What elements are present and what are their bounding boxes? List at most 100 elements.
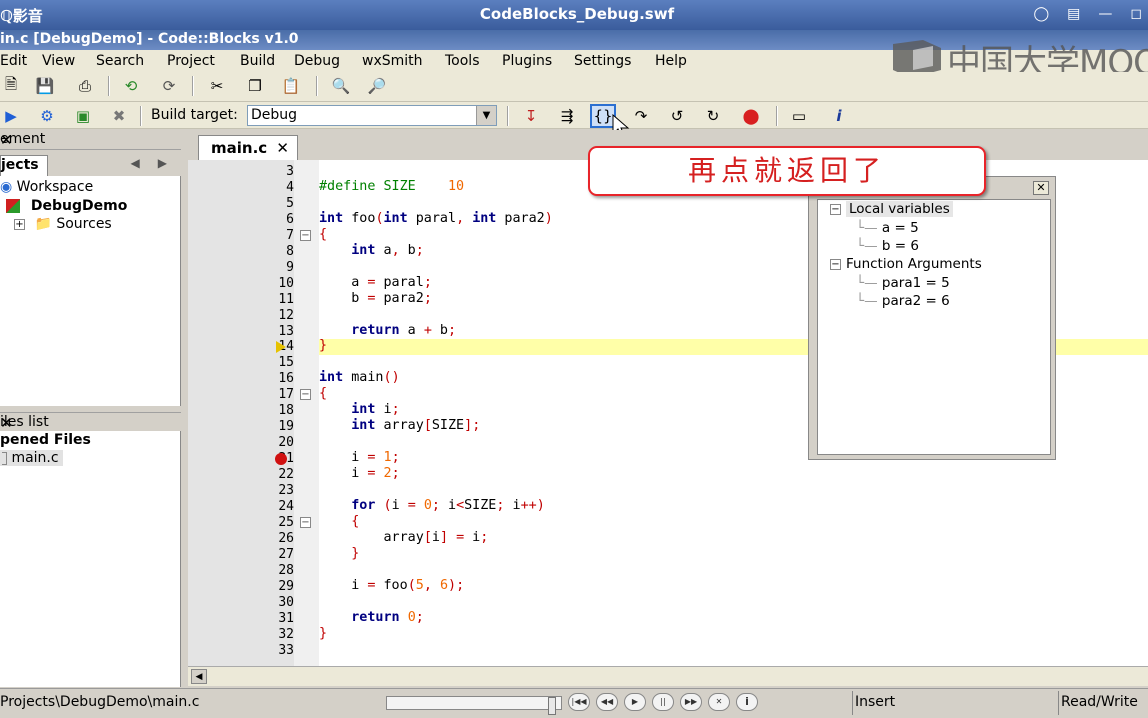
code-line[interactable]: b = para2; [319, 291, 432, 306]
collapse-icon[interactable]: − [830, 258, 841, 270]
print-icon[interactable]: ⎙ [74, 76, 96, 96]
redo-icon[interactable]: ⟳ [158, 76, 180, 96]
menu-build[interactable]: Build [240, 53, 275, 69]
code-line[interactable]: for (i = 0; i<SIZE; i++) [319, 498, 545, 513]
code-line[interactable]: } [319, 626, 327, 641]
stop-icon[interactable]: ✕ [708, 693, 730, 711]
rebuild-icon[interactable]: ▣ [72, 106, 94, 126]
menu-edit[interactable]: Edit [0, 53, 27, 69]
menu-project[interactable]: Project [167, 53, 215, 69]
cut-icon[interactable]: ✂ [206, 76, 228, 96]
step-out-instruction-icon[interactable]: ↻ [702, 106, 724, 126]
code-line[interactable]: int foo(int paral, int para2) [319, 211, 553, 226]
undo-icon[interactable]: ⟲ [120, 76, 142, 96]
code-line[interactable]: i = foo(5, 6); [319, 578, 464, 593]
fold-toggle-icon[interactable]: − [300, 229, 311, 241]
watch-arg-para1[interactable]: └— para1 = 5 [856, 275, 950, 291]
menu-tools[interactable]: Tools [445, 53, 480, 69]
code-line[interactable]: array[i] = i; [319, 530, 488, 545]
rewind-icon[interactable]: ◀◀ [596, 693, 618, 711]
save-icon[interactable]: 💾 [34, 76, 56, 96]
collapse-icon[interactable]: − [830, 203, 841, 215]
replace-icon[interactable]: 🔎 [366, 76, 388, 96]
step-out-icon[interactable]: {} [590, 104, 616, 128]
seek-thumb[interactable] [547, 697, 556, 715]
info-icon[interactable]: i [828, 106, 850, 126]
code-line[interactable]: i = 2; [319, 466, 399, 481]
scroll-left-icon[interactable]: ◀ [191, 669, 207, 684]
expand-icon[interactable]: + [14, 218, 25, 230]
code-line[interactable]: int array[SIZE]; [319, 418, 480, 433]
horizontal-scrollbar[interactable]: ◀ [188, 666, 1148, 686]
code-line[interactable]: a = paral; [319, 275, 432, 290]
tab-next-icon[interactable]: ▶ [158, 156, 167, 170]
tab-projects[interactable]: jects [0, 155, 48, 176]
line-number-gutter: 3456789101112131415161718192021222324252… [188, 160, 294, 666]
new-file-icon[interactable]: 🗎 [0, 75, 22, 96]
close-icon[interactable]: ✕ [0, 414, 177, 432]
debug-run-icon[interactable]: ↧ [520, 106, 542, 126]
tab-prev-icon[interactable]: ◀ [131, 156, 140, 170]
line-number: 18 [278, 403, 294, 419]
menu-view[interactable]: View [42, 53, 75, 69]
tree-item-local-variables[interactable]: − Local variables [830, 201, 953, 217]
close-icon[interactable]: ✕ [0, 131, 177, 149]
tab-main-c[interactable]: main.c ✕ [198, 135, 298, 161]
next-line-icon[interactable]: ⇶ [556, 106, 578, 126]
fast-forward-icon[interactable]: ▶▶ [680, 693, 702, 711]
menu-debug[interactable]: Debug [294, 53, 340, 69]
step-into-instruction-icon[interactable]: ↺ [666, 106, 688, 126]
build-run-icon[interactable]: ⚙ [36, 106, 58, 126]
code-line[interactable]: return a + b; [319, 323, 456, 338]
code-line[interactable]: int main() [319, 370, 400, 385]
close-tab-icon[interactable]: ✕ [276, 139, 289, 157]
code-line[interactable]: #define SIZE 10 [319, 179, 464, 194]
close-icon[interactable]: ✕ [1033, 181, 1049, 195]
tree-item-workspace[interactable]: ◉ Workspace [0, 179, 93, 195]
breakpoint-icon[interactable] [275, 453, 287, 466]
code-line[interactable]: return 0; [319, 610, 424, 625]
chevron-down-icon[interactable]: ▼ [476, 106, 496, 125]
info-icon[interactable]: i [736, 693, 758, 711]
fold-toggle-icon[interactable]: − [300, 389, 311, 401]
chat-icon[interactable]: ◯ [1033, 6, 1049, 22]
stop-debugger-icon[interactable]: ⬤ [740, 106, 762, 126]
watch-local-b[interactable]: └— b = 6 [856, 238, 919, 254]
maximize-icon[interactable]: ◻ [1130, 6, 1142, 22]
pause-icon[interactable]: || [652, 693, 674, 711]
debugging-windows-icon[interactable]: ▭ [788, 106, 810, 126]
code-line[interactable]: int a, b; [319, 243, 424, 258]
list-item[interactable]: main.c [0, 450, 63, 466]
menu-icon[interactable]: ▤ [1067, 6, 1080, 22]
minimize-icon[interactable]: — [1098, 6, 1112, 22]
find-icon[interactable]: 🔍 [330, 76, 352, 96]
code-line[interactable]: { [319, 386, 327, 401]
code-line[interactable]: int i; [319, 402, 399, 417]
code-line[interactable]: } [319, 546, 359, 561]
skip-start-icon[interactable]: |◀◀ [568, 693, 590, 711]
code-line[interactable]: { [319, 514, 359, 529]
run-icon[interactable]: ▶ [0, 106, 22, 126]
abort-icon[interactable]: ✖ [108, 106, 130, 126]
play-icon[interactable]: ▶ [624, 693, 646, 711]
menu-plugins[interactable]: Plugins [502, 53, 552, 69]
build-target-select[interactable]: Debug ▼ [247, 105, 497, 126]
menu-settings[interactable]: Settings [574, 53, 631, 69]
menu-wxsmith[interactable]: wxSmith [362, 53, 423, 69]
tree-item-project[interactable]: DebugDemo [6, 198, 127, 214]
fold-toggle-icon[interactable]: − [300, 516, 311, 528]
code-line[interactable]: { [319, 227, 327, 242]
line-number: 11 [278, 291, 294, 307]
code-line[interactable]: i = 1; [319, 450, 399, 465]
tree-item-function-arguments[interactable]: − Function Arguments [830, 256, 982, 272]
seek-slider[interactable] [386, 696, 562, 715]
copy-icon[interactable]: ❐ [244, 76, 266, 96]
code-line[interactable]: } [319, 338, 327, 353]
menu-search[interactable]: Search [96, 53, 144, 69]
watch-local-a[interactable]: └— a = 5 [856, 220, 919, 236]
tree-item-sources[interactable]: + 📁 Sources [14, 216, 112, 232]
watch-arg-para2[interactable]: └— para2 = 6 [856, 293, 950, 309]
menu-help[interactable]: Help [655, 53, 687, 69]
opened-files-label: pened Files [0, 432, 91, 448]
paste-icon[interactable]: 📋 [280, 76, 302, 96]
